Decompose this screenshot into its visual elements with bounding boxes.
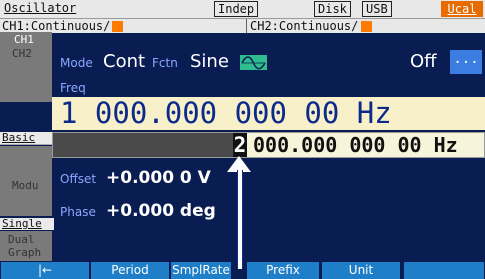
output-state[interactable]: Off <box>410 51 437 72</box>
indep-indicator: Indep <box>214 1 259 17</box>
usb-indicator: USB <box>362 1 392 17</box>
fctn-value[interactable]: Sine <box>190 51 229 72</box>
digit-pointer-arrow-shaft <box>237 170 243 269</box>
prefix-softkey[interactable]: Prefix <box>247 262 319 279</box>
channel-status-bar: CH1:Continuous/ CH2:Continuous/ <box>0 18 485 33</box>
ch2-status-square <box>361 21 372 32</box>
period-softkey[interactable]: Period <box>91 262 169 279</box>
smplrate-softkey[interactable]: SmplRate <box>171 262 231 279</box>
back-softkey[interactable]: |← <box>1 262 89 279</box>
entry-digits: 000.000 000 00 Hz <box>253 133 458 157</box>
channel-divider <box>246 19 247 33</box>
offset-value[interactable]: +0.000 0 V <box>106 168 211 188</box>
basic-tab-divider <box>0 144 52 145</box>
oscillator-screen: Oscillator Indep Disk USB Ucal CH1:Conti… <box>0 0 485 279</box>
single-tab[interactable]: Single <box>0 218 54 230</box>
frequency-value: 1 000.000 000 00 Hz <box>60 96 392 130</box>
ch1-tab-label: CH1 <box>14 33 34 46</box>
modu-tab-label: Modu <box>12 179 39 192</box>
title-bar: Oscillator Indep Disk USB Ucal <box>0 0 485 18</box>
offset-label: Offset <box>60 172 97 186</box>
sine-wave-icon <box>240 55 267 70</box>
frequency-field[interactable]: 1 000.000 000 00 Hz <box>52 97 485 130</box>
mode-value[interactable]: Cont <box>103 51 145 72</box>
modu-tab[interactable]: Modu <box>0 146 52 216</box>
basic-tab[interactable]: Basic <box>0 132 54 144</box>
unit-softkey[interactable]: Unit <box>322 262 400 279</box>
channel-tab[interactable]: CH1 CH2 <box>0 32 52 102</box>
graph-tab-label: Graph <box>8 246 42 259</box>
mode-label: Mode <box>60 56 93 70</box>
ucal-indicator: Ucal <box>441 1 483 17</box>
freq-label: Freq <box>60 81 86 95</box>
dual-tab-label: Dual <box>8 233 35 246</box>
ch1-status-square <box>112 21 123 32</box>
ch1-status: CH1:Continuous/ <box>2 19 111 33</box>
disk-indicator: Disk <box>314 1 351 17</box>
empty-softkey[interactable] <box>404 262 484 279</box>
ch2-status: CH2:Continuous/ <box>250 19 359 33</box>
phase-label: Phase <box>60 205 96 219</box>
phase-value[interactable]: +0.000 deg <box>106 201 216 221</box>
frequency-entry-field[interactable]: 2 000.000 000 00 Hz <box>52 132 485 158</box>
entry-inactive-region <box>53 133 233 157</box>
dual-graph-tab[interactable]: Dual Graph <box>0 231 52 261</box>
more-options-button[interactable]: ... <box>450 50 482 74</box>
fctn-label: Fctn <box>152 56 178 70</box>
ch2-tab-label: CH2 <box>12 47 32 60</box>
app-title: Oscillator <box>4 1 77 15</box>
entry-digit-cursor[interactable]: 2 <box>233 133 247 157</box>
